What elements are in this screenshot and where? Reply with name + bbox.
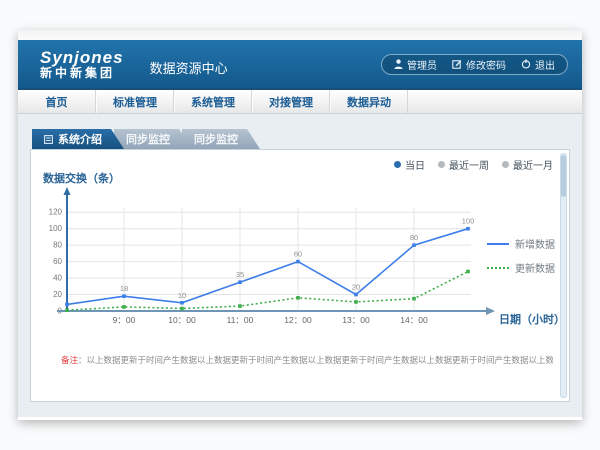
period-option-today[interactable]: 当日 <box>394 157 425 172</box>
edit-icon <box>452 59 462 69</box>
svg-text:35: 35 <box>236 270 244 279</box>
svg-text:10：00: 10：00 <box>168 315 196 325</box>
radio-selected-icon <box>394 161 401 168</box>
page-title: 数据资源中心 <box>150 58 228 77</box>
period-option-last-month[interactable]: 最近一月 <box>502 157 553 172</box>
chart-panel: 当日 最近一周 最近一月 数据交换（条） 0204060801001209：00… <box>30 149 570 402</box>
screen: Synjones 新中新集团 数据资源中心 管理员 修改密码 <box>0 0 600 450</box>
person-icon <box>394 59 403 69</box>
footnote: 备注：以上数据更新于时间产生数据以上数据更新于时间产生数据以上数据更新于时间产生… <box>61 354 553 366</box>
legend-label: 更新数据 <box>515 260 555 275</box>
radio-icon <box>502 161 509 168</box>
svg-text:100: 100 <box>49 224 63 233</box>
period-label: 最近一周 <box>449 157 489 172</box>
svg-text:10: 10 <box>178 291 186 300</box>
svg-text:13：00: 13：00 <box>342 315 370 325</box>
svg-text:14：00: 14：00 <box>400 315 428 325</box>
user-label: 管理员 <box>407 57 437 72</box>
y-axis-title: 数据交换（条） <box>43 170 120 186</box>
tab-bar: 系统介绍 同步监控 同步监控 <box>32 129 570 149</box>
main-nav: 首页 标准管理 系统管理 对接管理 数据异动 <box>18 88 582 114</box>
svg-text:100: 100 <box>462 217 475 226</box>
svg-text:60: 60 <box>294 250 302 259</box>
period-label: 当日 <box>405 157 425 172</box>
legend-item-updated-data: 更新数据 <box>487 260 555 275</box>
svg-text:20: 20 <box>53 290 62 299</box>
logout-label: 退出 <box>535 57 555 72</box>
footnote-text: ：以上数据更新于时间产生数据以上数据更新于时间产生数据以上数据更新于时间产生数据… <box>78 355 553 365</box>
svg-text:80: 80 <box>53 241 62 250</box>
scrollbar-thumb[interactable] <box>561 155 566 197</box>
header-toolbar: 管理员 修改密码 退出 <box>381 54 568 75</box>
svg-text:80: 80 <box>410 233 418 242</box>
document-icon <box>44 135 53 144</box>
period-label: 最近一月 <box>513 157 553 172</box>
user-button[interactable]: 管理员 <box>394 57 437 72</box>
svg-text:20: 20 <box>352 283 360 292</box>
tab-system-intro[interactable]: 系统介绍 <box>32 129 124 149</box>
power-icon <box>521 59 531 69</box>
svg-text:120: 120 <box>49 208 63 217</box>
nav-item-system-management[interactable]: 系统管理 <box>174 90 252 113</box>
nav-item-data-changes[interactable]: 数据异动 <box>330 90 408 113</box>
tab-sync-monitor-2[interactable]: 同步监控 <box>182 129 260 149</box>
legend-item-new-data: 新增数据 <box>487 236 555 251</box>
app-window: Synjones 新中新集团 数据资源中心 管理员 修改密码 <box>18 30 582 420</box>
chart-legend: 新增数据 更新数据 <box>487 236 555 284</box>
logo-company: 新中新集团 <box>40 67 124 80</box>
svg-text:60: 60 <box>53 257 62 266</box>
svg-text:12：00: 12：00 <box>284 315 312 325</box>
svg-text:9：00: 9：00 <box>113 315 136 325</box>
tab-sync-monitor-1[interactable]: 同步监控 <box>114 129 192 149</box>
tab-label: 同步监控 <box>126 131 170 147</box>
solid-line-icon <box>487 243 509 245</box>
logo-brand: Synjones <box>40 49 124 67</box>
panel-scrollbar[interactable] <box>560 153 567 398</box>
legend-label: 新增数据 <box>515 236 555 251</box>
app-header: Synjones 新中新集团 数据资源中心 管理员 修改密码 <box>18 40 582 88</box>
footnote-label: 备注 <box>61 355 78 365</box>
svg-text:11：00: 11：00 <box>227 315 254 325</box>
logout-button[interactable]: 退出 <box>521 57 555 72</box>
content-area: 系统介绍 同步监控 同步监控 当日 最近一周 <box>18 114 582 417</box>
nav-item-home[interactable]: 首页 <box>18 90 96 113</box>
nav-item-interface-management[interactable]: 对接管理 <box>252 90 330 113</box>
period-option-last-week[interactable]: 最近一周 <box>438 157 489 172</box>
tab-label: 同步监控 <box>194 131 238 147</box>
period-filter: 当日 最近一周 最近一月 <box>394 157 553 172</box>
tab-label: 系统介绍 <box>58 131 102 147</box>
radio-icon <box>438 161 445 168</box>
x-axis-title: 日期（小时） <box>499 311 565 327</box>
svg-text:18: 18 <box>120 284 128 293</box>
change-password-button[interactable]: 修改密码 <box>452 57 506 72</box>
dotted-line-icon <box>487 267 509 269</box>
nav-item-standard-management[interactable]: 标准管理 <box>96 90 174 113</box>
svg-text:40: 40 <box>53 274 62 283</box>
line-chart: 0204060801001209：0010：0011：0012：0013：001… <box>31 186 511 331</box>
logo: Synjones 新中新集团 <box>40 49 124 79</box>
window-top-strip <box>18 30 582 40</box>
change-password-label: 修改密码 <box>466 57 506 72</box>
